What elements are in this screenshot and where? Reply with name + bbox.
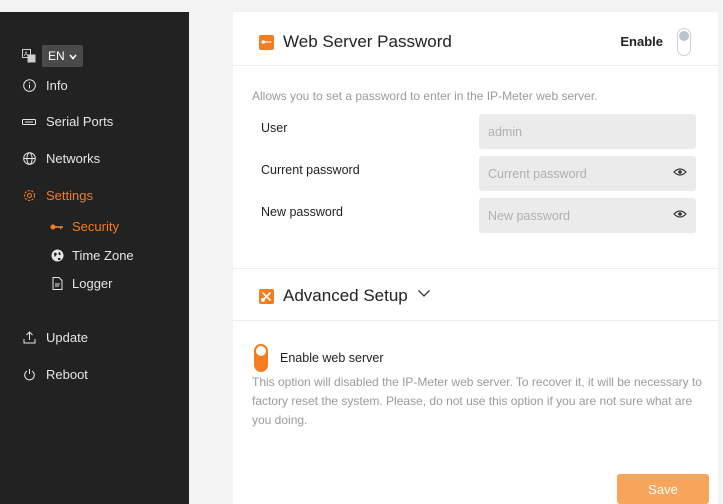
new-password-label: New password	[261, 205, 343, 219]
user-input-placeholder: admin	[488, 124, 523, 139]
toggle-knob	[679, 31, 689, 41]
sidebar-item-label: Networks	[46, 151, 101, 166]
user-label: User	[261, 121, 288, 135]
divider	[233, 320, 718, 321]
sidebar-subitem-label: Security	[72, 219, 119, 234]
sidebar-item-networks[interactable]: Networks	[22, 151, 100, 166]
web-server-warning: This option will disabled the IP-Meter w…	[252, 375, 702, 427]
enable-web-server-label: Enable web server	[280, 351, 384, 365]
enable-label: Enable	[620, 34, 663, 49]
sidebar-subitem-logger[interactable]: Logger	[50, 276, 112, 291]
user-input[interactable]: admin	[479, 114, 696, 149]
sidebar: A EN Info Serial Ports Networks Settings…	[0, 12, 189, 504]
sidebar-item-reboot[interactable]: Reboot	[22, 367, 88, 382]
sidebar-item-label: Update	[46, 330, 88, 345]
upload-icon	[22, 331, 36, 345]
sidebar-item-serial-ports[interactable]: Serial Ports	[22, 114, 113, 129]
sidebar-subitem-label: Time Zone	[72, 248, 134, 263]
new-password-placeholder: New password	[488, 208, 570, 223]
key-badge-icon	[259, 34, 274, 50]
sidebar-item-update[interactable]: Update	[22, 330, 88, 345]
enable-web-server-row: Enable web server	[254, 344, 384, 372]
save-button[interactable]: Save	[617, 474, 709, 504]
translate-icon: A	[22, 49, 36, 63]
chevron-down-icon	[69, 49, 77, 63]
divider	[233, 65, 718, 66]
current-password-label: Current password	[261, 163, 360, 177]
web-server-password-header: Web Server Password	[259, 32, 452, 52]
sidebar-item-label: Info	[46, 78, 68, 93]
sidebar-subitem-security[interactable]: Security	[50, 219, 119, 234]
sidebar-item-label: Reboot	[46, 367, 88, 382]
language-select[interactable]: EN	[42, 45, 83, 67]
current-password-input[interactable]: Current password	[479, 156, 696, 191]
tools-icon	[259, 288, 274, 304]
toggle-knob	[256, 346, 266, 356]
globe-icon	[22, 152, 36, 166]
section-title: Web Server Password	[283, 32, 452, 51]
new-password-input[interactable]: New password	[479, 198, 696, 233]
eye-icon[interactable]	[673, 167, 687, 181]
current-password-placeholder: Current password	[488, 166, 587, 181]
sidebar-subitem-time-zone[interactable]: Time Zone	[50, 248, 134, 263]
gear-icon	[22, 189, 36, 203]
enable-password-toggle[interactable]	[677, 28, 691, 56]
advanced-setup-header[interactable]: Advanced Setup	[259, 286, 431, 306]
eye-icon[interactable]	[673, 209, 687, 223]
chevron-down-icon	[417, 289, 431, 303]
section-title: Advanced Setup	[283, 286, 408, 305]
app-root: A EN Info Serial Ports Networks Settings…	[0, 0, 723, 504]
sidebar-item-settings[interactable]: Settings	[22, 188, 93, 203]
globe-filled-icon	[50, 249, 64, 263]
key-icon	[50, 220, 64, 234]
serial-port-icon	[22, 115, 36, 129]
sidebar-item-label: Settings	[46, 188, 93, 203]
sidebar-subitem-label: Logger	[72, 276, 113, 291]
divider	[233, 268, 718, 269]
sidebar-item-info[interactable]: Info	[22, 78, 68, 93]
power-icon	[22, 368, 36, 382]
language-value: EN	[48, 49, 65, 63]
enable-web-server-toggle[interactable]	[254, 344, 268, 372]
language-row: A EN	[22, 45, 83, 67]
info-icon	[22, 79, 36, 93]
password-description: Allows you to set a password to enter in…	[252, 89, 598, 103]
settings-card: Web Server Password Enable Allows you to…	[233, 12, 718, 504]
sidebar-item-label: Serial Ports	[46, 114, 114, 129]
document-icon	[50, 277, 64, 291]
